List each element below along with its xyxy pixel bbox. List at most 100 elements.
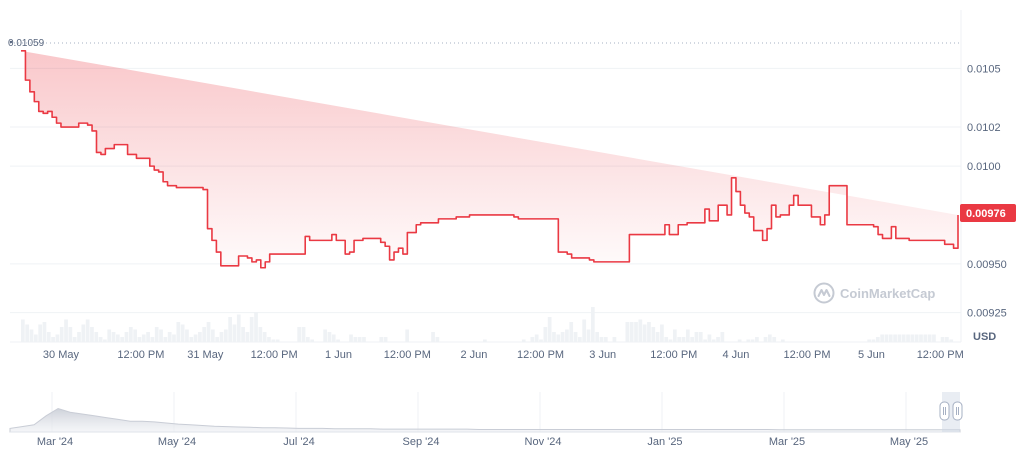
volume-bar [707, 334, 712, 342]
x-tick-label-5: 12:00 PM [384, 349, 431, 361]
volume-bar [690, 337, 695, 342]
volume-bar [241, 327, 245, 342]
volume-bar [556, 334, 561, 342]
navigator-handle-right[interactable] [952, 401, 963, 421]
currency-unit-label: USD [973, 331, 996, 343]
y-tick-label-5: 0.00925 [967, 308, 1007, 320]
volume-bar [202, 327, 207, 342]
volume-bar [569, 322, 574, 342]
volume-bar [353, 337, 358, 342]
volume-bar [362, 337, 366, 342]
volume-bar [120, 337, 125, 342]
volume-bar [681, 337, 686, 342]
coinmarketcap-watermark: CoinMarketCap [813, 282, 935, 304]
price-chart[interactable]: 0.01059 0.0105 0.0102 0.0100 0.00950 0.00925… [0, 0, 1024, 464]
volume-bar [25, 324, 30, 342]
volume-bar [262, 332, 267, 342]
volume-bar [685, 329, 690, 342]
volume-bar [349, 334, 353, 342]
current-price-badge-text: 0.00976 [966, 208, 1006, 220]
volume-bar [651, 327, 656, 342]
volume-bar [573, 332, 578, 342]
volume-bar [357, 337, 362, 342]
volume-bar [634, 322, 638, 342]
volume-bar [647, 322, 651, 342]
volume-bar [560, 332, 565, 342]
range-navigator[interactable]: Mar '24 May '24 Jul '24 Sep '24 Nov '24 Jan '… [9, 392, 963, 448]
volume-bar [323, 329, 327, 342]
volume-bar [137, 337, 142, 342]
volume-bar [582, 319, 587, 342]
volume-bar [660, 324, 664, 342]
volume-bar [755, 337, 759, 342]
volume-bar [81, 324, 86, 342]
volume-bar [603, 337, 608, 342]
first-price-dot [9, 40, 13, 44]
volume-bar [146, 332, 150, 342]
volume-bar [59, 327, 64, 342]
volume-bar [586, 329, 591, 342]
volume-bar [55, 334, 60, 342]
volume-bar [21, 319, 25, 342]
volume-bar [185, 329, 189, 342]
volume-bar [219, 332, 224, 342]
volume-bar [331, 334, 336, 342]
navigator-tick-label-2: Jul '24 [283, 436, 314, 448]
price-area-fill [21, 50, 958, 268]
navigator-ticks: Mar '24 May '24 Jul '24 Sep '24 Nov '24 Jan '… [37, 436, 928, 448]
volume-bar [198, 332, 202, 342]
volume-bar [72, 337, 77, 342]
volume-bar [543, 327, 548, 342]
volume-bar [305, 337, 310, 342]
x-tick-label-4: 1 Jun [325, 349, 352, 361]
volume-bar [115, 334, 120, 342]
x-tick-label-7: 12:00 PM [517, 349, 564, 361]
volume-bar [906, 334, 910, 342]
first-price-label: 0.01059 [8, 38, 45, 49]
y-tick-label-1: 0.0102 [967, 122, 1001, 134]
volume-bar [629, 322, 634, 342]
x-tick-label-13: 12:00 PM [917, 349, 964, 361]
volume-bar [107, 329, 112, 342]
volume-bar [914, 334, 919, 342]
volume-bar [141, 334, 146, 342]
volume-bar [893, 334, 897, 342]
volume-bar [42, 322, 47, 342]
volume-bar [33, 334, 38, 342]
volume-bar [215, 337, 220, 342]
navigator-tick-label-0: Mar '24 [37, 436, 73, 448]
volume-bar [565, 329, 569, 342]
x-tick-label-3: 12:00 PM [251, 349, 298, 361]
volume-bar [210, 329, 215, 342]
volume-bar [245, 332, 250, 342]
volume-bar [90, 327, 94, 342]
x-tick-label-10: 4 Jun [723, 349, 750, 361]
volume-bar [232, 324, 237, 342]
y-axis-ticks: 0.0105 0.0102 0.0100 0.00950 0.00925 [967, 63, 1007, 319]
volume-bar [383, 337, 388, 342]
x-tick-label-0: 30 May [43, 349, 80, 361]
volume-bar [176, 322, 181, 342]
volume-bar [530, 337, 535, 342]
volume-bar [638, 319, 643, 342]
volume-bar [578, 337, 582, 342]
volume-bar [301, 327, 306, 342]
x-axis-ticks: 30 May 12:00 PM 31 May 12:00 PM 1 Jun 12:00 P… [43, 349, 964, 361]
volume-bar [133, 329, 137, 342]
volume-bar [642, 324, 647, 342]
volume-bar [223, 329, 228, 342]
navigator-handle-left[interactable] [939, 401, 950, 421]
volume-bar [236, 314, 241, 342]
volume-bar [111, 332, 116, 342]
y-tick-label-4: 0.00950 [967, 259, 1007, 271]
volume-bar [249, 317, 254, 342]
volume-bar [327, 332, 332, 342]
volume-bar [258, 327, 263, 342]
volume-bar [206, 322, 211, 342]
volume-bar [763, 337, 768, 342]
volume-bar [150, 337, 155, 342]
volume-bar [919, 334, 923, 342]
navigator-tick-label-3: Sep '24 [403, 436, 440, 448]
navigator-tick-label-6: Mar '25 [769, 436, 805, 448]
volume-bar [405, 329, 410, 342]
